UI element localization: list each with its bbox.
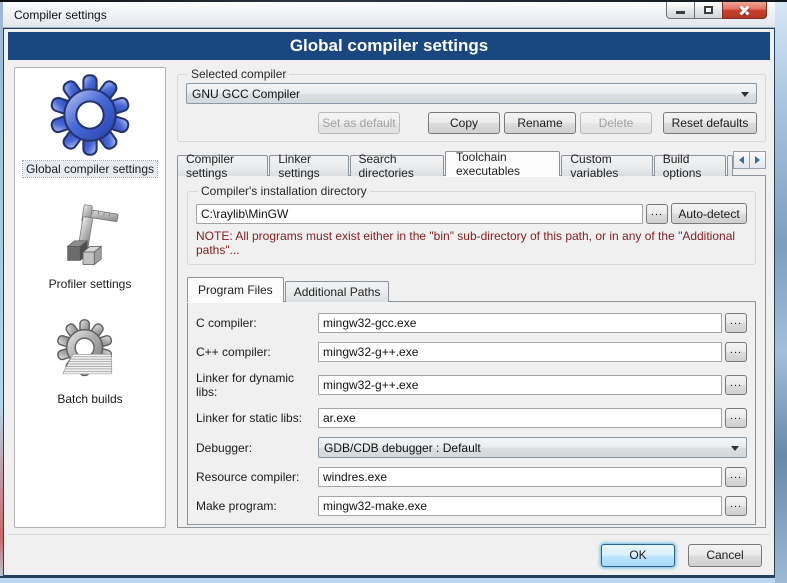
field-row-debugger: Debugger: GDB/CDB debugger : Default (196, 437, 747, 458)
tab-scroll-right-button[interactable] (749, 151, 766, 169)
window-frame-bottom (0, 576, 775, 583)
debugger-label: Debugger: (196, 441, 318, 455)
minimize-button[interactable] (666, 2, 695, 19)
window-title: Compiler settings (3, 8, 107, 22)
static-linker-browse-button[interactable]: ... (725, 408, 747, 428)
tab-program-files[interactable]: Program Files (187, 277, 284, 302)
copy-button[interactable]: Copy (428, 112, 500, 134)
chevron-down-icon (741, 92, 749, 97)
caliper-icon (51, 203, 129, 273)
field-row-make-program: Make program: ... (196, 496, 747, 516)
static-linker-label: Linker for static libs: (196, 411, 318, 425)
make-program-label: Make program: (196, 499, 318, 513)
minimize-icon (676, 11, 685, 14)
tab-linker-settings[interactable]: Linker settings (269, 155, 348, 176)
reset-defaults-button[interactable]: Reset defaults (663, 112, 757, 134)
field-row-static-linker: Linker for static libs: ... (196, 408, 747, 428)
static-linker-input[interactable] (318, 408, 722, 428)
gear-batch-icon (51, 318, 129, 388)
settings-category-sidebar: Global compiler settings (14, 67, 166, 528)
sidebar-item-profiler-settings[interactable]: Profiler settings (46, 203, 135, 292)
debugger-select-value: GDB/CDB debugger : Default (324, 441, 481, 455)
dynamic-linker-input[interactable] (318, 375, 722, 395)
auto-detect-button[interactable]: Auto-detect (671, 203, 747, 224)
install-dir-input[interactable] (196, 204, 643, 224)
field-row-c-compiler: C compiler: ... (196, 313, 747, 333)
field-row-cpp-compiler: C++ compiler: ... (196, 342, 747, 362)
page-title: Global compiler settings (8, 32, 770, 60)
arrow-left-icon (739, 156, 744, 164)
dialog-footer: OK Cancel (8, 534, 770, 575)
cpp-compiler-browse-button[interactable]: ... (725, 342, 747, 362)
dynamic-linker-label: Linker for dynamic libs: (196, 371, 318, 399)
resource-compiler-label: Resource compiler: (196, 470, 318, 484)
c-compiler-label: C compiler: (196, 316, 318, 330)
sidebar-item-global-compiler-settings[interactable]: Global compiler settings (23, 72, 157, 177)
close-icon (738, 5, 751, 16)
set-as-default-button[interactable]: Set as default (318, 112, 400, 134)
tab-strip: Compiler settings Linker settings Search… (177, 151, 766, 176)
program-files-panel: C compiler: ... C++ compiler: ... Linker… (187, 301, 756, 525)
titlebar[interactable]: Compiler settings (3, 2, 775, 28)
delete-button[interactable]: Delete (580, 112, 652, 134)
selected-compiler-group: Selected compiler GNU GCC Compiler Set a… (177, 67, 766, 142)
install-dir-group: Compiler's installation directory ... Au… (187, 184, 756, 265)
make-program-input[interactable] (318, 496, 722, 516)
resource-compiler-browse-button[interactable]: ... (725, 467, 747, 487)
ok-button[interactable]: OK (601, 544, 675, 567)
tab-toolchain-executables[interactable]: Toolchain executables (445, 151, 560, 176)
cpp-compiler-input[interactable] (318, 342, 722, 362)
debugger-select[interactable]: GDB/CDB debugger : Default (318, 437, 747, 458)
arrow-right-icon (755, 156, 760, 164)
field-row-dynamic-linker: Linker for dynamic libs: ... (196, 371, 747, 399)
tab-scroll-left-button[interactable] (733, 151, 750, 169)
window-frame-right (775, 2, 787, 583)
main-panel: Selected compiler GNU GCC Compiler Set a… (177, 67, 766, 528)
install-dir-group-label: Compiler's installation directory (198, 184, 370, 198)
c-compiler-browse-button[interactable]: ... (725, 313, 747, 333)
tab-search-directories[interactable]: Search directories (350, 155, 444, 176)
compiler-select[interactable]: GNU GCC Compiler (186, 83, 757, 104)
tab-compiler-settings[interactable]: Compiler settings (177, 155, 268, 176)
sidebar-item-batch-builds[interactable]: Batch builds (51, 318, 129, 407)
tab-custom-variables[interactable]: Custom variables (561, 155, 652, 176)
sidebar-item-label: Profiler settings (46, 276, 135, 292)
compiler-settings-window: Compiler settings Global compiler settin… (0, 0, 787, 583)
gear-blue-icon (42, 72, 138, 158)
compiler-select-value: GNU GCC Compiler (192, 87, 300, 101)
window-controls (667, 2, 767, 19)
chevron-down-icon (731, 446, 739, 451)
install-dir-note: NOTE: All programs must exist either in … (196, 229, 747, 257)
tab-scroll-buttons (734, 151, 766, 169)
resource-compiler-input[interactable] (318, 467, 722, 487)
tab-build-options[interactable]: Build options (654, 155, 726, 176)
dynamic-linker-browse-button[interactable]: ... (725, 375, 747, 395)
cpp-compiler-label: C++ compiler: (196, 345, 318, 359)
rename-button[interactable]: Rename (504, 112, 576, 134)
selected-compiler-group-label: Selected compiler (188, 67, 289, 81)
tab-additional-paths[interactable]: Additional Paths (285, 281, 390, 302)
toolchain-executables-panel: Compiler's installation directory ... Au… (177, 175, 766, 528)
sidebar-item-label: Batch builds (54, 391, 125, 407)
maximize-button[interactable] (694, 2, 723, 19)
program-files-tab-strip: Program Files Additional Paths (187, 277, 756, 302)
sidebar-item-label: Global compiler settings (23, 161, 157, 177)
install-dir-browse-button[interactable]: ... (646, 204, 668, 224)
c-compiler-input[interactable] (318, 313, 722, 333)
make-program-browse-button[interactable]: ... (725, 496, 747, 516)
dialog-client: Global compiler settings (3, 28, 775, 576)
cancel-button[interactable]: Cancel (688, 544, 762, 567)
maximize-icon (704, 6, 713, 14)
close-button[interactable] (722, 2, 767, 19)
field-row-resource-compiler: Resource compiler: ... (196, 467, 747, 487)
